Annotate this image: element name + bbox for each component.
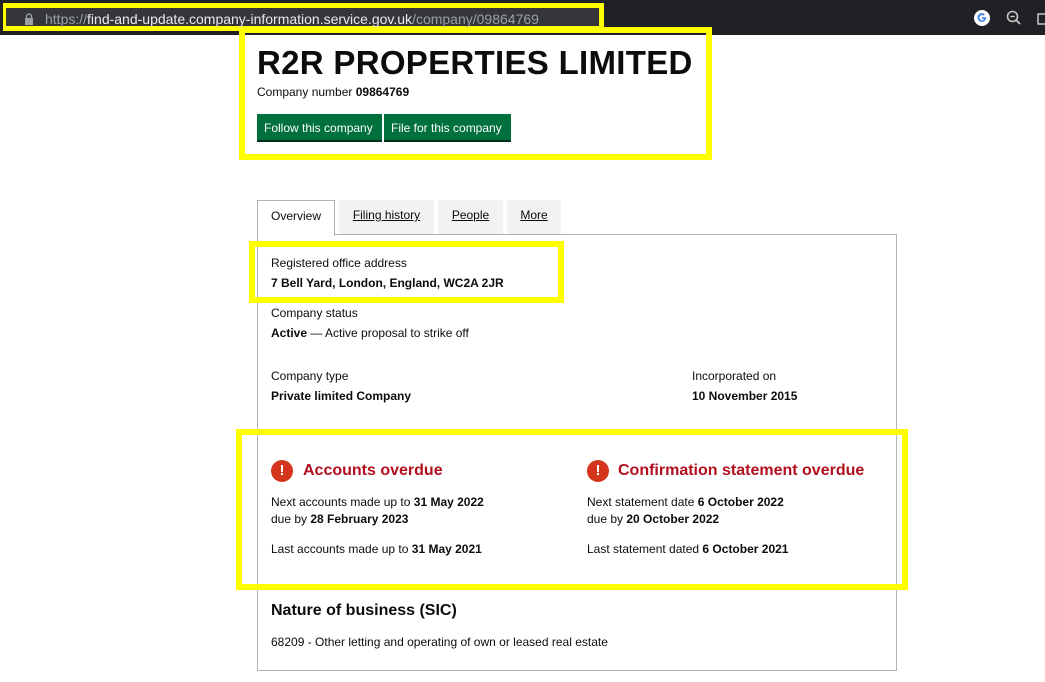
accounts-due: due by 28 February 2023 bbox=[271, 512, 409, 526]
company-type-value: Private limited Company bbox=[271, 389, 412, 403]
follow-company-button[interactable]: Follow this company bbox=[257, 114, 382, 142]
warning-icon: ! bbox=[271, 460, 293, 482]
company-status-value: Active — Active proposal to strike off bbox=[271, 326, 469, 340]
incorporated-value: 10 November 2015 bbox=[692, 389, 798, 403]
accounts-next: Next accounts made up to 31 May 2022 bbox=[271, 495, 484, 509]
address-highlight bbox=[249, 241, 564, 303]
tab-filing-history[interactable]: Filing history bbox=[339, 200, 434, 234]
accounts-last: Last accounts made up to 31 May 2021 bbox=[271, 542, 482, 556]
nature-of-business-heading: Nature of business (SIC) bbox=[271, 602, 457, 619]
company-name: R2R PROPERTIES LIMITED bbox=[257, 44, 693, 81]
incorporated-label: Incorporated on bbox=[692, 369, 777, 383]
confirmation-due: due by 20 October 2022 bbox=[587, 512, 720, 526]
sic-code-text: 68209 - Other letting and operating of o… bbox=[271, 635, 608, 649]
tab-people[interactable]: People bbox=[438, 200, 503, 234]
confirmation-next: Next statement date 6 October 2022 bbox=[587, 495, 784, 509]
registered-office-label: Registered office address bbox=[271, 256, 407, 270]
google-icon[interactable] bbox=[973, 9, 991, 27]
tab-overview[interactable]: Overview bbox=[257, 200, 335, 236]
file-for-company-button[interactable]: File for this company bbox=[384, 114, 511, 142]
company-number: Company number 09864769 bbox=[257, 85, 410, 99]
registered-office-value: 7 Bell Yard, London, England, WC2A 2JR bbox=[271, 276, 504, 290]
url-text: https://find-and-update.company-informat… bbox=[45, 11, 539, 27]
warning-icon: ! bbox=[587, 460, 609, 482]
company-status-label: Company status bbox=[271, 306, 358, 320]
accounts-overdue-title: Accounts overdue bbox=[303, 462, 443, 479]
confirmation-last: Last statement dated 6 October 2021 bbox=[587, 542, 789, 556]
tab-more[interactable]: More bbox=[507, 200, 561, 234]
lock-icon bbox=[25, 13, 33, 25]
confirmation-overdue-title: Confirmation statement overdue bbox=[618, 462, 865, 479]
share-icon[interactable] bbox=[1036, 9, 1045, 27]
company-type-label: Company type bbox=[271, 369, 349, 383]
zoom-icon[interactable] bbox=[1005, 9, 1023, 27]
